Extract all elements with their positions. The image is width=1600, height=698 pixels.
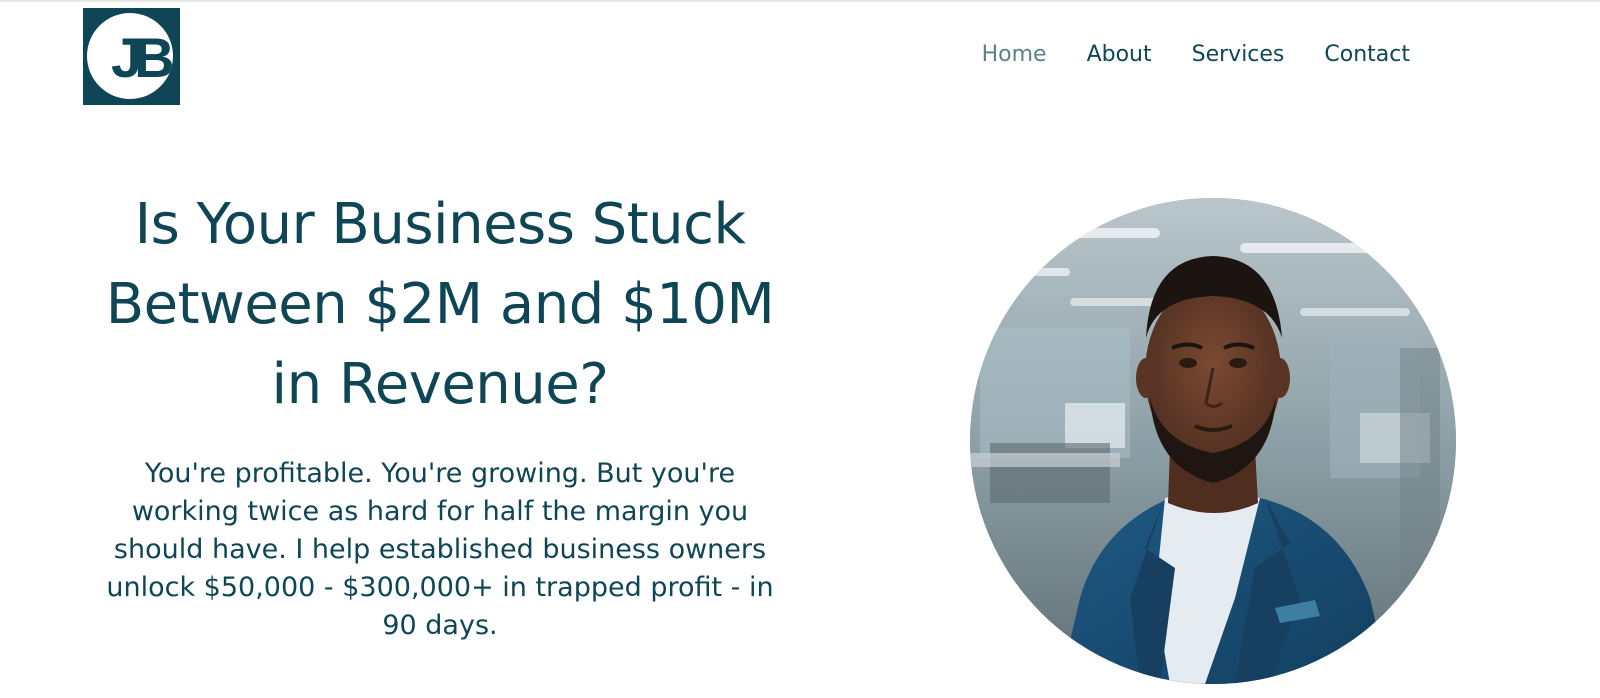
logo-monogram: JB [111,26,173,89]
site-logo[interactable]: JB [83,8,180,105]
logo-circle: JB [87,13,173,99]
nav-services-link[interactable]: Services [1192,40,1285,70]
hero-title-line-2: Between $2M and $10M [105,272,775,337]
hero-title: Is Your Business Stuck Between $2M and $… [60,185,820,425]
hero-section: Is Your Business Stuck Between $2M and $… [60,185,820,645]
nav-contact-link[interactable]: Contact [1324,40,1410,70]
hero-title-line-3: in Revenue? [271,352,609,417]
hero-title-line-1: Is Your Business Stuck [134,192,746,257]
nav-home-link[interactable]: Home [982,40,1047,70]
nav-about-link[interactable]: About [1087,40,1152,70]
top-divider [0,0,1600,2]
portrait-illustration [970,198,1456,684]
main-nav: Home About Services Contact [982,40,1410,70]
portrait-photo [970,198,1456,684]
hero-subtitle: You're profitable. You're growing. But y… [106,458,774,641]
